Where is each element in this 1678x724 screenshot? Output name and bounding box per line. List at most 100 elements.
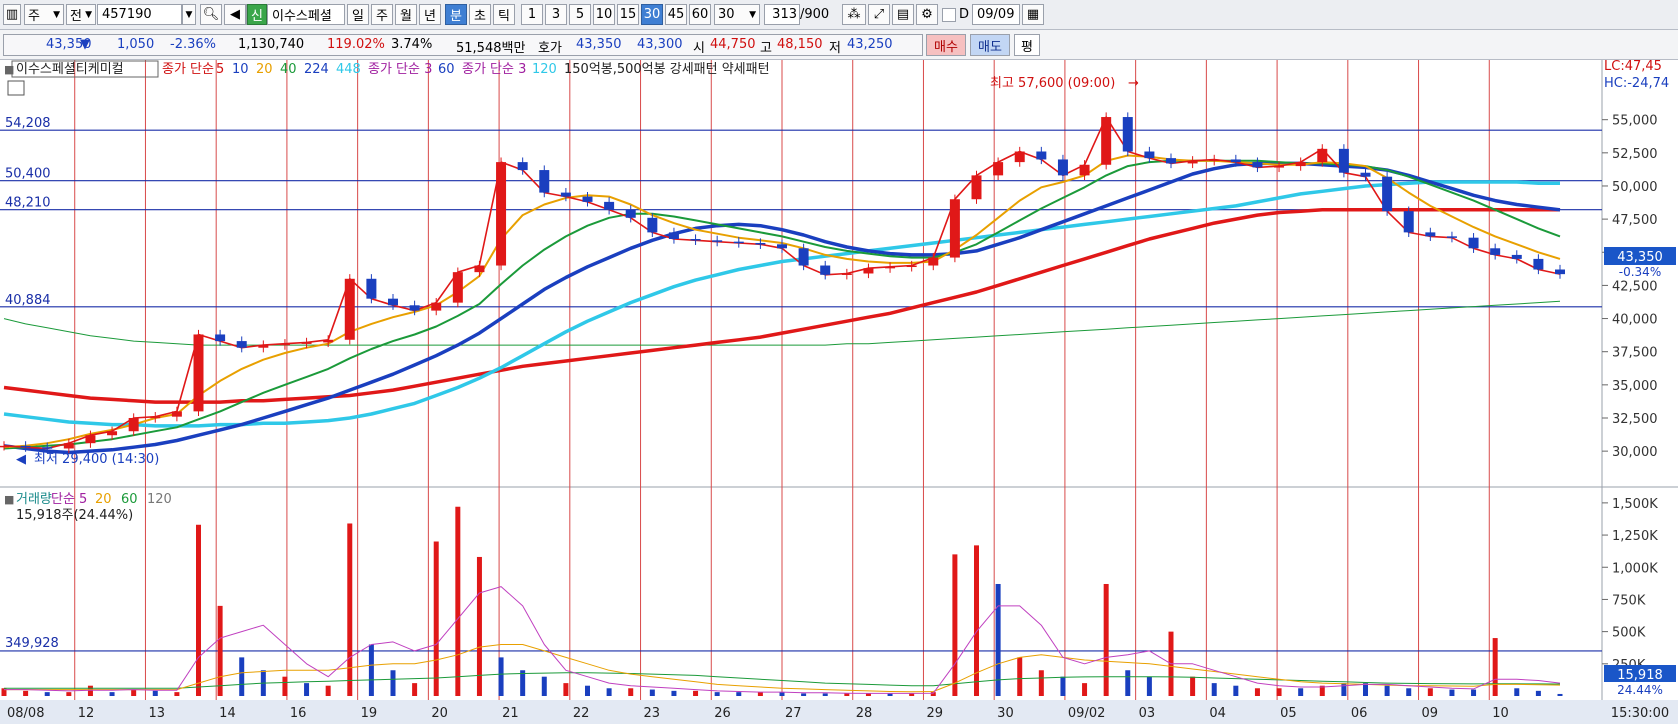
volume-bar: [87, 685, 93, 696]
volume-bar: [1017, 657, 1023, 696]
volume-bar: [1427, 688, 1433, 696]
price-tick-label: 55,000: [1612, 114, 1658, 129]
x-tick-label: 29: [926, 706, 943, 721]
volume-bar: [520, 670, 526, 696]
period-year[interactable]: 년: [419, 4, 441, 25]
volume-bar: [131, 689, 137, 696]
calculator-icon[interactable]: [7, 80, 25, 96]
layout-icon[interactable]: ▥: [3, 4, 21, 25]
date-input[interactable]: 09/09: [972, 4, 1020, 25]
save-icon[interactable]: ▤: [892, 4, 914, 25]
market-select[interactable]: 주 ▼: [24, 4, 64, 25]
volume-bar: [1384, 685, 1390, 696]
candle-body: [1036, 151, 1047, 160]
volume-bar: [995, 583, 1001, 696]
interval-1[interactable]: 1: [521, 4, 543, 25]
price-tick-label: 40,000: [1612, 313, 1658, 328]
search-icon[interactable]: 🔍︎: [200, 4, 222, 25]
interval-45[interactable]: 45: [665, 4, 687, 25]
candle-body: [755, 242, 766, 245]
candle-body: [236, 341, 247, 348]
code-input[interactable]: 457190: [97, 4, 182, 25]
candle-body: [63, 443, 74, 449]
candle-body: [1187, 160, 1198, 164]
hc-label: HC:-24,74: [1604, 76, 1669, 91]
candle-body: [517, 162, 528, 171]
period-minute[interactable]: 분: [445, 4, 467, 25]
eval-button[interactable]: 평: [1014, 34, 1040, 56]
candle-body: [150, 416, 161, 419]
market2-select[interactable]: 전 ▼: [66, 4, 96, 25]
buy-button[interactable]: 매수: [926, 34, 966, 56]
candle-body: [928, 257, 939, 266]
gear-icon[interactable]: ⚙: [916, 4, 938, 25]
candle-body: [42, 447, 53, 449]
candle-body: [949, 199, 960, 258]
volume-bar: [1276, 688, 1282, 696]
candle-body: [0, 445, 9, 448]
stock-name-field[interactable]: 이수스페셜: [267, 4, 345, 25]
volume-tick-label: 750K: [1612, 593, 1646, 608]
volume-bar: [44, 692, 50, 696]
legend-square-icon: ■: [4, 63, 14, 76]
candle-body: [1295, 162, 1306, 167]
period-tick[interactable]: 틱: [493, 4, 515, 25]
candle-body: [733, 241, 744, 244]
volume-bar: [390, 670, 396, 696]
volume-bar: [757, 692, 763, 696]
level-label: 40,884: [5, 293, 51, 308]
candle-body: [1490, 248, 1501, 255]
volume-tick-label: 1,250K: [1612, 529, 1658, 544]
candle-body: [885, 266, 896, 269]
candle-body: [107, 431, 118, 436]
speaker-icon[interactable]: ◀: [224, 4, 246, 25]
candle-body: [625, 209, 636, 218]
legend-item: 20: [256, 62, 273, 77]
period-month[interactable]: 월: [395, 4, 417, 25]
sell-button[interactable]: 매도: [970, 34, 1010, 56]
candle-body: [128, 417, 139, 432]
candle-body: [1274, 166, 1285, 168]
candle-body: [20, 445, 31, 448]
period-second[interactable]: 초: [469, 4, 491, 25]
period-day[interactable]: 일: [347, 4, 369, 25]
volume-bar: [66, 692, 72, 696]
volume-legend-item: 단순 5: [51, 492, 87, 507]
candle-body: [1360, 172, 1371, 177]
candle-body: [193, 334, 204, 412]
quote-hoga-label: 호가: [538, 41, 562, 56]
volume-bar: [282, 676, 288, 696]
code-dropdown-icon[interactable]: ▼: [182, 4, 196, 25]
price-tick-label: 32,500: [1612, 412, 1658, 427]
interval-5[interactable]: 5: [569, 4, 591, 25]
interval-60[interactable]: 60: [689, 4, 711, 25]
level-label: 48,210: [5, 196, 51, 211]
candle-body: [301, 342, 312, 344]
market-select-value: 주: [28, 9, 40, 24]
interval-15[interactable]: 15: [617, 4, 639, 25]
x-tick-label: 03: [1139, 706, 1156, 721]
candle-body: [1468, 237, 1479, 249]
compare-icon[interactable]: ⁂: [842, 4, 866, 25]
price-tick-label: 35,000: [1612, 379, 1658, 394]
candle-body: [1122, 117, 1133, 152]
draw-tool-icon[interactable]: ⤢: [868, 4, 890, 25]
quote-change-pct: -2.36%: [170, 37, 216, 52]
calendar-icon[interactable]: ▦: [1022, 4, 1044, 25]
x-tick-label: 20: [431, 706, 448, 721]
volume-bar: [1514, 688, 1520, 696]
candle-body: [863, 268, 874, 274]
volume-tick-label: 500K: [1612, 626, 1646, 641]
count-total: /900: [800, 7, 830, 22]
interval-30[interactable]: 30: [641, 4, 663, 25]
count-input[interactable]: 313: [764, 4, 800, 25]
chart-area[interactable]: 55,00052,50050,00047,50045,00042,50040,0…: [0, 60, 1678, 724]
d-checkbox[interactable]: [942, 8, 956, 22]
volume-bar: [649, 689, 655, 696]
interval-3[interactable]: 3: [545, 4, 567, 25]
interval-10[interactable]: 10: [593, 4, 615, 25]
quote-volume: 1,130,740: [238, 37, 305, 52]
candle-body: [1166, 158, 1176, 164]
interval-select[interactable]: 30 ▼: [714, 4, 760, 25]
period-week[interactable]: 주: [371, 4, 393, 25]
